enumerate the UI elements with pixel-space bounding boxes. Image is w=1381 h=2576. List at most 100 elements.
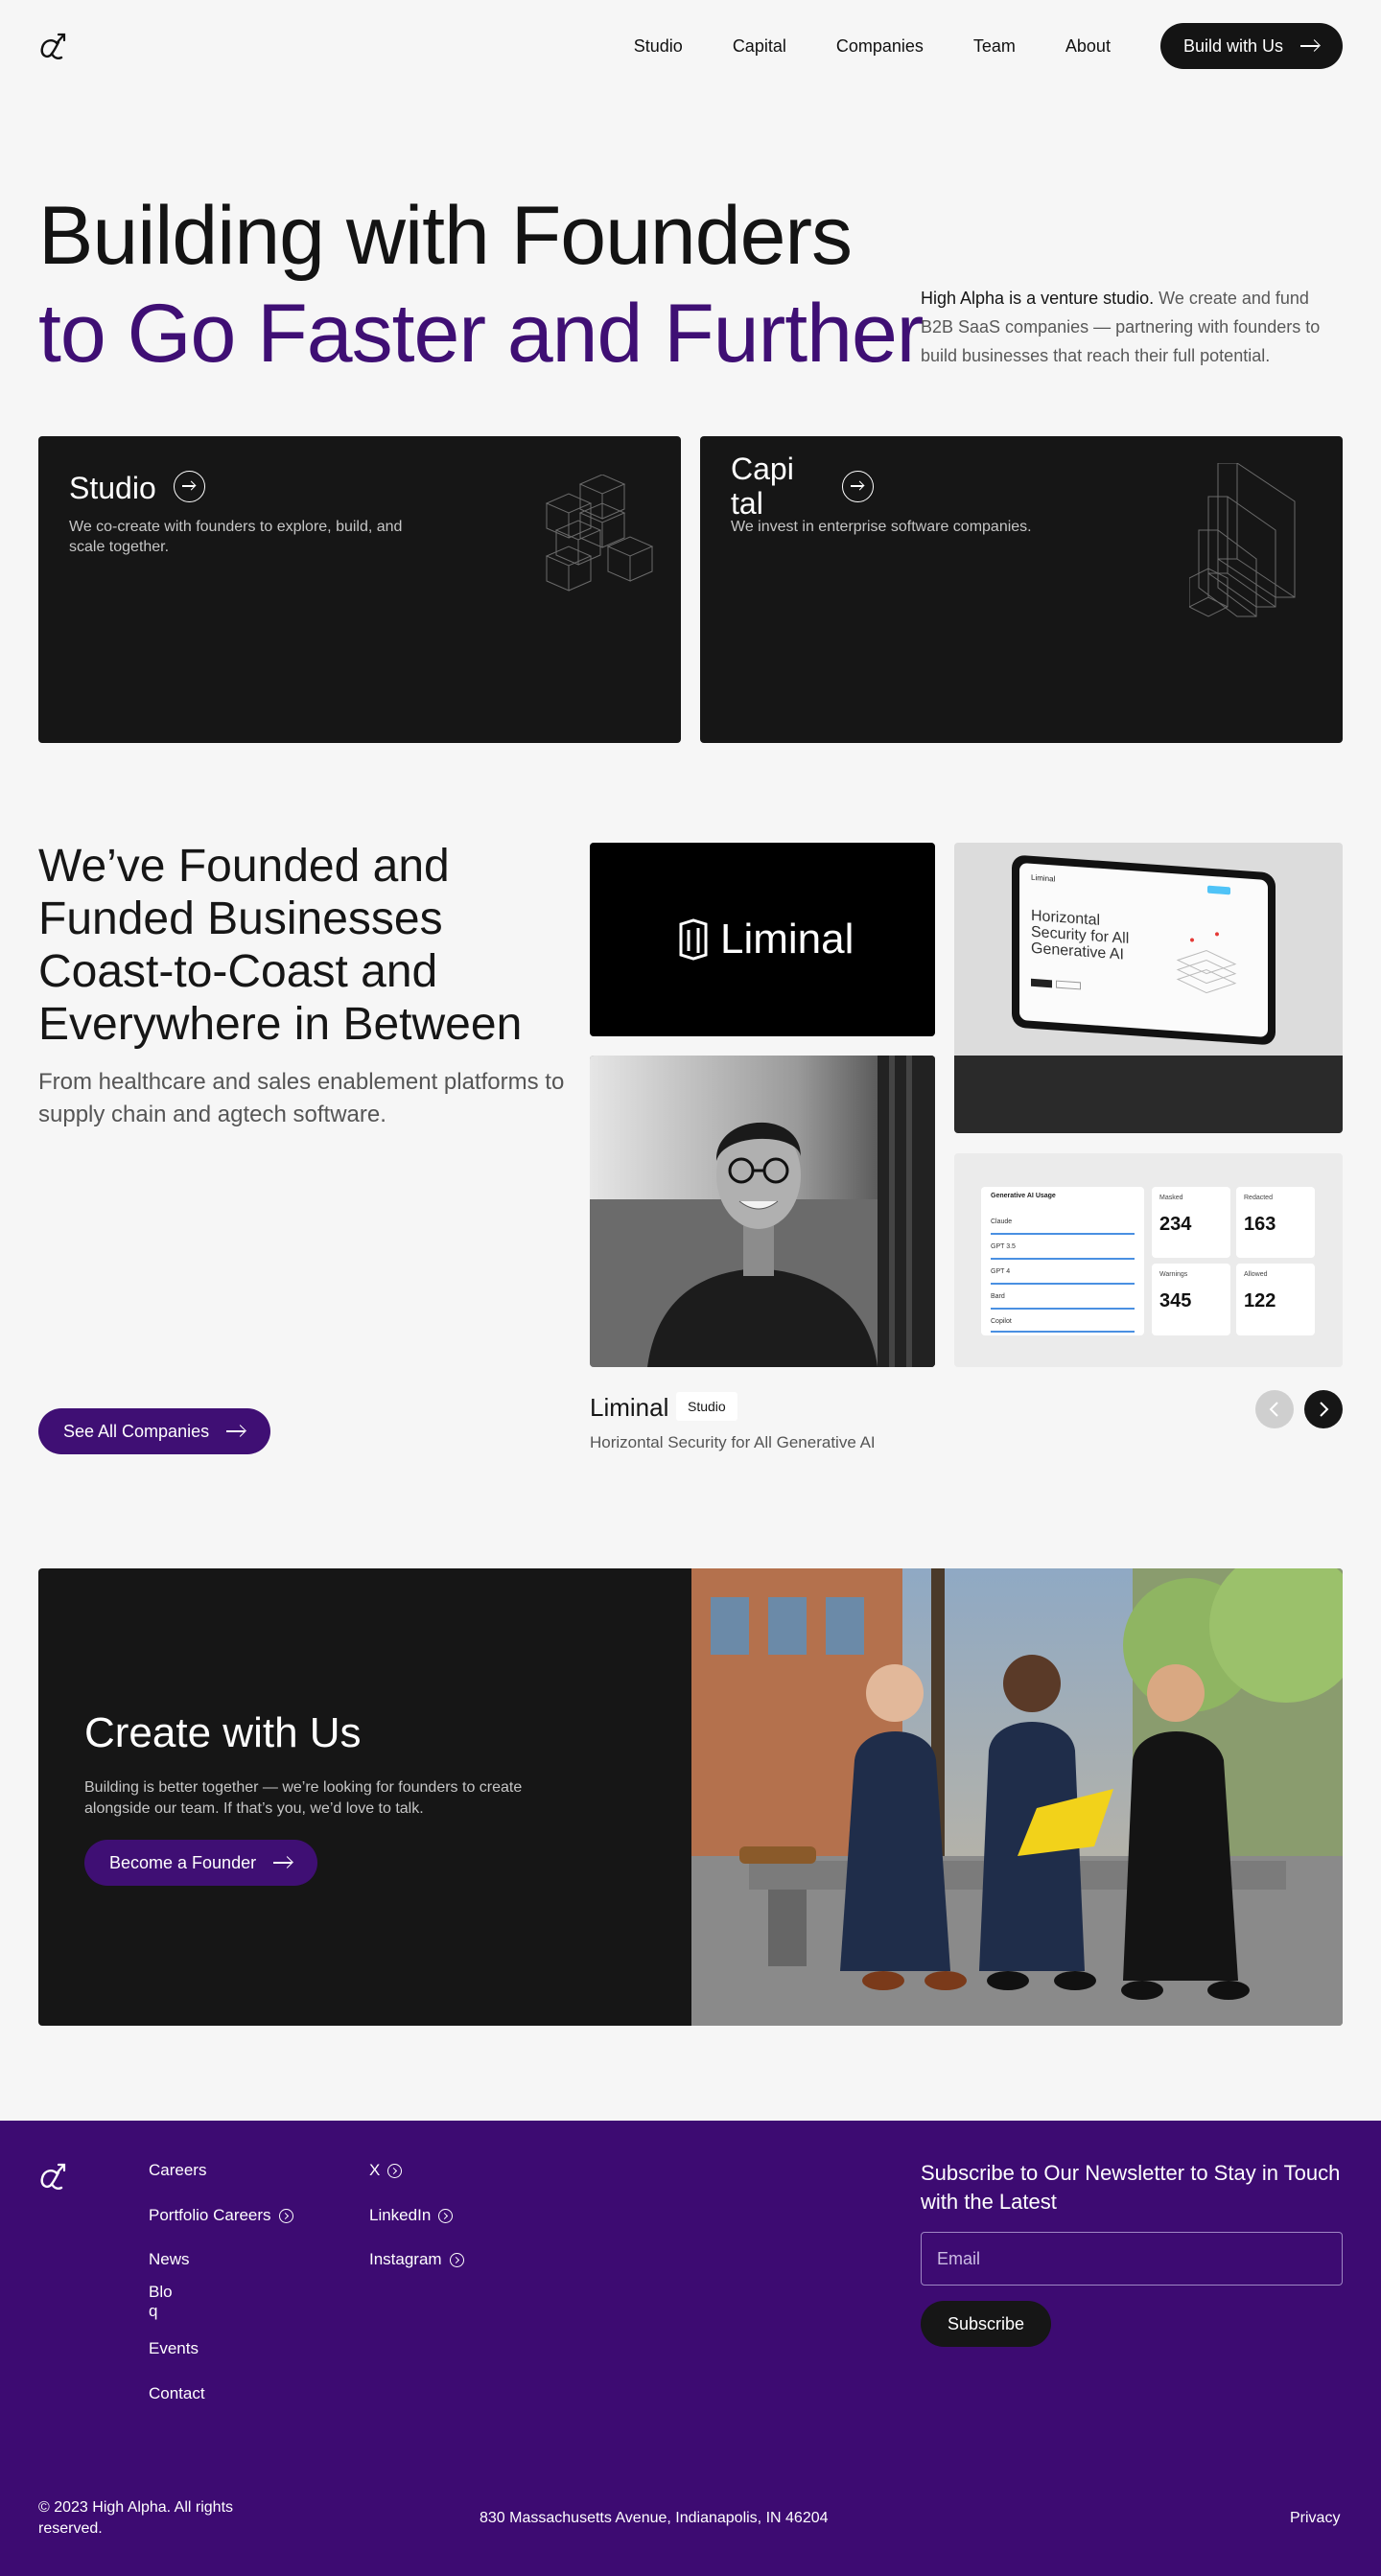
layers-graphic-icon: [1176, 932, 1237, 994]
company-name: Liminal: [590, 1393, 669, 1422]
laptop-cta-a: [1031, 978, 1052, 988]
nav-capital[interactable]: Capital: [733, 23, 786, 69]
external-link-icon: [278, 2208, 293, 2223]
capital-card-desc: We invest in enterprise software compani…: [731, 519, 1032, 535]
footer-link-label: Portfolio Careers: [149, 2206, 271, 2224]
see-all-companies-button[interactable]: See All Companies: [38, 1408, 271, 1454]
stat-value: 122: [1244, 1290, 1276, 1311]
footer-link-instagram[interactable]: Instagram: [369, 2249, 464, 2270]
become-founder-label: Become a Founder: [109, 1852, 257, 1872]
stat-value: 163: [1244, 1214, 1276, 1235]
laptop-tile[interactable]: Liminal Horizontal Security for All Gene…: [954, 843, 1343, 1133]
studio-card-title: Studio: [69, 471, 156, 505]
laptop-frame: Liminal Horizontal Security for All Gene…: [1012, 854, 1276, 1046]
carousel-next-button[interactable]: [1304, 1390, 1343, 1428]
usage-row: Copilot: [991, 1310, 1135, 1333]
capital-card-title: Capi tal: [731, 452, 794, 521]
liminal-logo: Liminal: [678, 916, 854, 963]
nav-studio[interactable]: Studio: [634, 23, 683, 69]
footer-link-news[interactable]: News: [149, 2249, 190, 2270]
arrow-right-icon: [182, 480, 196, 492]
stat-label: Masked: [1159, 1195, 1183, 1201]
carousel-prev-button[interactable]: [1255, 1390, 1294, 1428]
subscribe-button[interactable]: Subscribe: [921, 2301, 1051, 2347]
footer-link-linkedin[interactable]: LinkedIn: [369, 2205, 454, 2226]
stat-label: Allowed: [1244, 1271, 1268, 1278]
build-with-us-label: Build with Us: [1182, 35, 1283, 56]
laptop-plinth: [954, 1056, 1343, 1133]
external-link-icon: [449, 2252, 464, 2267]
see-all-companies-label: See All Companies: [63, 1421, 210, 1441]
footer-link-label: Blo: [149, 2283, 173, 2301]
footer-link-label: q: [149, 2302, 158, 2320]
footer-link-blog[interactable]: Blo q: [149, 2283, 173, 2321]
arrow-circle-icon: [842, 471, 874, 502]
build-with-us-button[interactable]: Build with Us: [1159, 23, 1343, 69]
create-section: Create with Us Building is better togeth…: [38, 1568, 1343, 2026]
nav-companies[interactable]: Companies: [836, 23, 924, 69]
create-description: Building is better together — we’re look…: [84, 1779, 523, 1817]
laptop-headline: Horizontal Security for All Generative A…: [1031, 908, 1129, 963]
footer-link-x[interactable]: X: [369, 2160, 403, 2181]
liminal-logo-tile[interactable]: Liminal: [590, 843, 935, 1036]
stat-label: Warnings: [1159, 1271, 1188, 1278]
stat-card: Redacted 163: [1236, 1187, 1315, 1258]
dashboard-tile[interactable]: Generative AI Usage Claude GPT 3.5 GPT 4…: [954, 1153, 1343, 1367]
arrow-right-icon: [226, 1426, 246, 1437]
laptop-screen: Liminal Horizontal Security for All Gene…: [1019, 862, 1268, 1038]
company-tag-badge: Studio: [676, 1392, 737, 1421]
team-photo-image: [691, 1568, 1343, 2026]
usage-panel-title: Generative AI Usage: [991, 1193, 1056, 1199]
studio-card[interactable]: Studio We co-create with founders to exp…: [38, 436, 681, 743]
footer-link-events[interactable]: Events: [149, 2338, 199, 2359]
copyright-text: © 2023 High Alpha. All rights reserved.: [38, 2499, 234, 2537]
footer-link-contact[interactable]: Contact: [149, 2383, 205, 2404]
usage-row: GPT 3.5: [991, 1235, 1135, 1260]
founder-photo: [590, 1056, 935, 1367]
laptop-button: [1207, 885, 1230, 895]
create-title: Create with Us: [84, 1709, 362, 1756]
stat-card: Masked 234: [1152, 1187, 1230, 1258]
chevron-right-icon: [1320, 1402, 1329, 1417]
usage-panel: Generative AI Usage Claude GPT 3.5 GPT 4…: [981, 1187, 1144, 1335]
footer-link-label: Instagram: [369, 2250, 442, 2268]
footer-logo-icon[interactable]: [38, 2161, 67, 2192]
footer-link-label: X: [369, 2161, 381, 2179]
footer-link-label: LinkedIn: [369, 2206, 432, 2224]
newsletter-title: Subscribe to Our Newsletter to Stay in T…: [921, 2161, 1341, 2214]
capital-title-b: tal: [731, 486, 763, 521]
main-nav: Studio Capital Companies Team About Buil…: [634, 23, 1343, 69]
footer-link-careers[interactable]: Careers: [149, 2160, 206, 2181]
stat-card: Warnings 345: [1152, 1264, 1230, 1335]
become-founder-button[interactable]: Become a Founder: [84, 1840, 318, 1886]
cubes-illustration-icon: [545, 475, 654, 592]
arrow-right-icon: [851, 480, 864, 492]
stat-value: 234: [1159, 1214, 1192, 1235]
hero-title-line2: to Go Faster and Further: [38, 288, 924, 380]
stat-value: 345: [1159, 1290, 1192, 1311]
logo-icon[interactable]: [38, 31, 67, 61]
portfolio-title: We’ve Founded and Funded Businesses Coas…: [38, 841, 523, 1050]
privacy-link[interactable]: Privacy: [1290, 2508, 1340, 2529]
external-link-icon: [438, 2208, 454, 2223]
chevron-left-icon: [1269, 1402, 1278, 1417]
hero-desc-bold: High Alpha is a venture studio.: [921, 289, 1155, 308]
email-field[interactable]: [921, 2232, 1343, 2286]
liminal-logo-icon: [679, 918, 708, 961]
address-text: 830 Massachusetts Avenue, Indianapolis, …: [480, 2510, 829, 2526]
arrow-circle-icon: [174, 471, 205, 502]
bars-illustration-icon: [1189, 463, 1296, 617]
external-link-icon: [387, 2163, 403, 2178]
founder-portrait-image: [590, 1056, 935, 1367]
nav-team[interactable]: Team: [973, 23, 1016, 69]
usage-row: Bard: [991, 1285, 1135, 1310]
usage-row: Claude: [991, 1210, 1135, 1235]
laptop-cta-b: [1056, 980, 1081, 990]
portfolio-subtitle: From healthcare and sales enablement pla…: [38, 1069, 565, 1127]
studio-card-desc: We co-create with founders to explore, b…: [69, 519, 403, 555]
laptop-brand: Liminal: [1031, 872, 1056, 884]
footer-link-portfolio-careers[interactable]: Portfolio Careers: [149, 2205, 293, 2226]
company-description: Horizontal Security for All Generative A…: [590, 1433, 876, 1451]
capital-card[interactable]: Capi tal We invest in enterprise software…: [700, 436, 1343, 743]
nav-about[interactable]: About: [1065, 23, 1111, 69]
